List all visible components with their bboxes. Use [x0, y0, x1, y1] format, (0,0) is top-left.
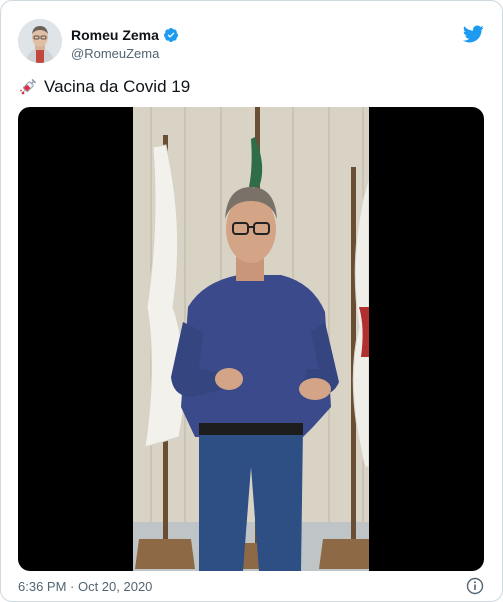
- tweet-timestamp[interactable]: 6:36 PM · Oct 20, 2020: [18, 579, 152, 594]
- video-frame: [133, 107, 369, 571]
- avatar[interactable]: [18, 19, 62, 63]
- author-name-row[interactable]: Romeu Zema: [71, 27, 179, 43]
- verified-badge-icon: [163, 27, 179, 43]
- syringe-icon: [18, 77, 38, 97]
- avatar-image: [18, 19, 62, 63]
- author-name[interactable]: Romeu Zema: [71, 27, 159, 43]
- tweet-text: Vacina da Covid 19: [44, 77, 191, 96]
- video-still-image: [133, 107, 369, 571]
- tweet-card: Romeu Zema @RomeuZema Vacina da Covid 19…: [0, 0, 503, 602]
- author-handle[interactable]: @RomeuZema: [71, 46, 159, 61]
- info-icon[interactable]: [466, 577, 484, 595]
- tweet-text-row: Vacina da Covid 19: [18, 77, 190, 97]
- tweet-video[interactable]: [18, 107, 484, 571]
- twitter-bird-icon[interactable]: [462, 23, 484, 45]
